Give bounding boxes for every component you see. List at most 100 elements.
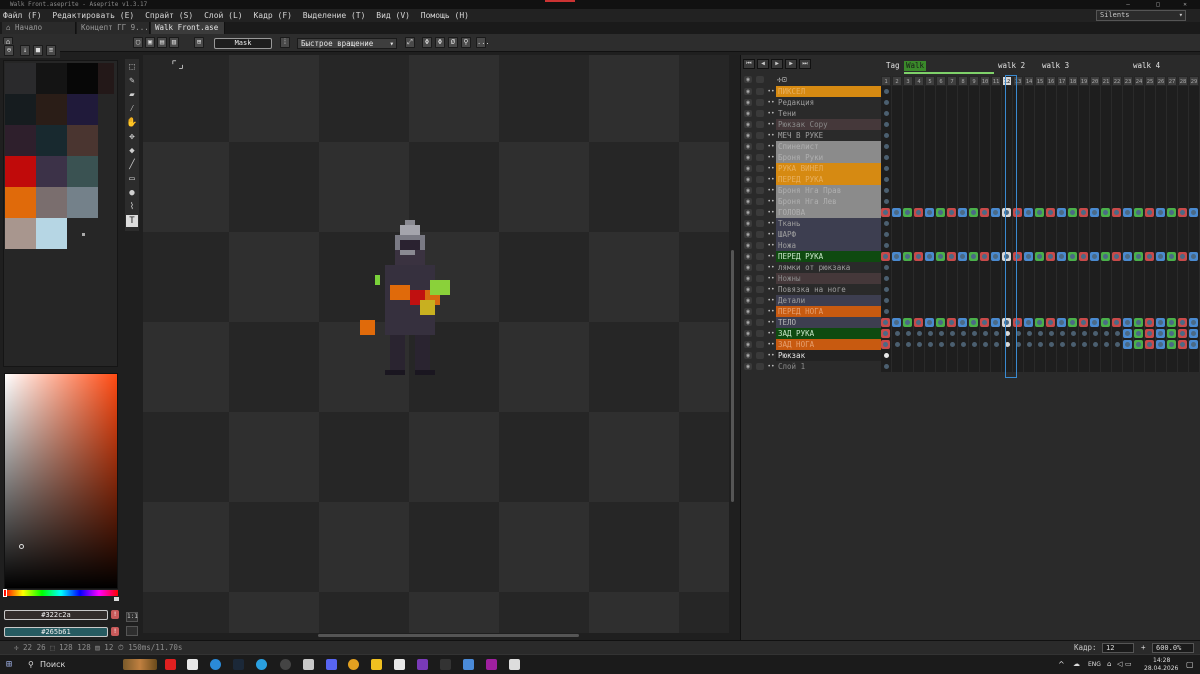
cel[interactable] <box>925 252 934 261</box>
palette-swatch-3[interactable] <box>98 63 114 94</box>
menu-file[interactable]: Файл (F) <box>0 9 45 22</box>
linked-cel-dot[interactable] <box>994 342 999 347</box>
text-icon[interactable]: T <box>126 215 138 227</box>
layer-visibility-icon[interactable]: ◉ <box>744 330 752 337</box>
cel-row[interactable] <box>881 196 1200 207</box>
close-button[interactable]: ✕ <box>1170 0 1200 9</box>
layer-lock-icon[interactable] <box>756 319 764 326</box>
cel[interactable] <box>881 208 890 217</box>
foreground-color-field[interactable]: #322c2a <box>4 610 108 620</box>
palette-swatch-15[interactable] <box>67 187 98 218</box>
eraser-icon[interactable]: ▰ <box>126 89 138 101</box>
frame-header-22[interactable]: 22 <box>1112 76 1122 86</box>
layer-lock-icon[interactable] <box>756 132 764 139</box>
linked-cel-dot[interactable] <box>983 342 988 347</box>
layer-lock-icon[interactable] <box>756 363 764 370</box>
menu-layer[interactable]: Слой (L) <box>201 9 246 22</box>
cel-dot[interactable] <box>884 188 889 193</box>
layer-row[interactable]: ◉ •• ПЕРЕД НОГА <box>741 306 881 317</box>
cel-row[interactable] <box>881 141 1200 152</box>
layer-visibility-icon[interactable]: ◉ <box>744 154 752 161</box>
discord-icon[interactable] <box>326 659 337 670</box>
minimize-button[interactable]: — <box>1113 0 1143 9</box>
layer-row[interactable]: ◉ •• ШАРФ <box>741 229 881 240</box>
layer-row[interactable]: ◉ •• Рюкзак <box>741 350 881 361</box>
linked-cel-dot[interactable] <box>983 331 988 336</box>
cel[interactable] <box>925 208 934 217</box>
cel[interactable] <box>1079 208 1088 217</box>
layer-lock-icon[interactable] <box>756 330 764 337</box>
layer-visibility-icon[interactable]: ◉ <box>744 165 752 172</box>
tag-walk-2[interactable]: walk 2 <box>996 61 1027 71</box>
menu-edit[interactable]: Редактировать (E) <box>49 9 137 22</box>
cel-row[interactable] <box>881 361 1200 372</box>
cel-row[interactable] <box>881 218 1200 229</box>
cel[interactable] <box>881 340 890 349</box>
bg-warning-icon[interactable]: ! <box>111 627 119 636</box>
notification-icon[interactable]: ▢ <box>1186 660 1194 669</box>
last-frame-button[interactable]: ⏭ <box>799 59 811 69</box>
cel[interactable] <box>1112 252 1121 261</box>
layer-row[interactable]: ◉ •• ПИКСЕЛ <box>741 86 881 97</box>
cel[interactable] <box>1057 252 1066 261</box>
cel[interactable] <box>1156 340 1165 349</box>
cel[interactable] <box>936 208 945 217</box>
layer-row[interactable]: ◉ •• ГОЛОВА <box>741 207 881 218</box>
layer-lock-icon[interactable] <box>756 165 764 172</box>
cel[interactable] <box>1167 208 1176 217</box>
cel[interactable] <box>1101 318 1110 327</box>
cel-row[interactable] <box>881 262 1200 273</box>
layer-row[interactable]: ◉ •• Ножа <box>741 240 881 251</box>
layer-name[interactable]: Ножа <box>776 240 881 251</box>
cel-row[interactable] <box>881 185 1200 196</box>
cel[interactable] <box>1134 329 1143 338</box>
app-icon[interactable] <box>303 659 314 670</box>
layer-visibility-icon[interactable]: ◉ <box>744 352 752 359</box>
cel-dot[interactable] <box>884 166 889 171</box>
cel[interactable] <box>1178 208 1187 217</box>
cel[interactable] <box>1156 329 1165 338</box>
layer-name[interactable]: Слой 1 <box>776 361 881 372</box>
layer-visibility-icon[interactable]: ◉ <box>744 242 752 249</box>
linked-cel-dot[interactable] <box>1082 331 1087 336</box>
fg-warning-icon[interactable]: ! <box>111 610 119 619</box>
layer-row[interactable]: ◉ •• Броня Руки <box>741 152 881 163</box>
frame-header-3[interactable]: 3 <box>903 76 913 86</box>
menu-view[interactable]: Вид (V) <box>373 9 413 22</box>
cel[interactable] <box>1178 340 1187 349</box>
linked-cel-dot[interactable] <box>1060 331 1065 336</box>
cel[interactable] <box>958 208 967 217</box>
layer-lock-icon[interactable] <box>756 99 764 106</box>
frame-input[interactable]: 12 <box>1102 643 1134 653</box>
selection-add-icon[interactable]: ▣ <box>145 37 155 48</box>
next-frame-button[interactable]: ▶ <box>785 59 797 69</box>
linked-cel-dot[interactable] <box>1027 331 1032 336</box>
cel-dot[interactable] <box>884 353 889 358</box>
cel[interactable] <box>1134 340 1143 349</box>
frame-header-17[interactable]: 17 <box>1057 76 1067 86</box>
layer-visibility-icon[interactable]: ◉ <box>744 88 752 95</box>
layer-row[interactable]: ◉ •• РУКА ВИНЕЛ <box>741 163 881 174</box>
canvas-horizontal-scrollbar[interactable] <box>318 634 579 637</box>
cel[interactable] <box>914 252 923 261</box>
cloud-icon[interactable]: ☁ <box>1073 660 1080 668</box>
layer-lock-icon[interactable] <box>756 143 764 150</box>
palette-swatch-4[interactable] <box>5 94 36 125</box>
cel[interactable] <box>1134 208 1143 217</box>
cel[interactable] <box>1167 340 1176 349</box>
layer-visibility-icon[interactable]: ◉ <box>744 319 752 326</box>
linked-cel-dot[interactable] <box>928 331 933 336</box>
layer-visibility-icon[interactable]: ◉ <box>744 297 752 304</box>
layer-continuous-icon[interactable]: •• <box>767 187 775 194</box>
tab-concept[interactable]: Концепт ГГ 9... <box>77 22 150 34</box>
frame-header-6[interactable]: 6 <box>936 76 946 86</box>
cel[interactable] <box>1167 252 1176 261</box>
cel[interactable] <box>925 318 934 327</box>
linked-cel-dot[interactable] <box>950 331 955 336</box>
frame-header-9[interactable]: 9 <box>969 76 979 86</box>
layer-lock-icon[interactable] <box>756 220 764 227</box>
cel[interactable] <box>1112 318 1121 327</box>
cel-dot[interactable] <box>884 89 889 94</box>
fill-icon[interactable]: ◆ <box>126 145 138 157</box>
linked-cel-dot[interactable] <box>1104 331 1109 336</box>
